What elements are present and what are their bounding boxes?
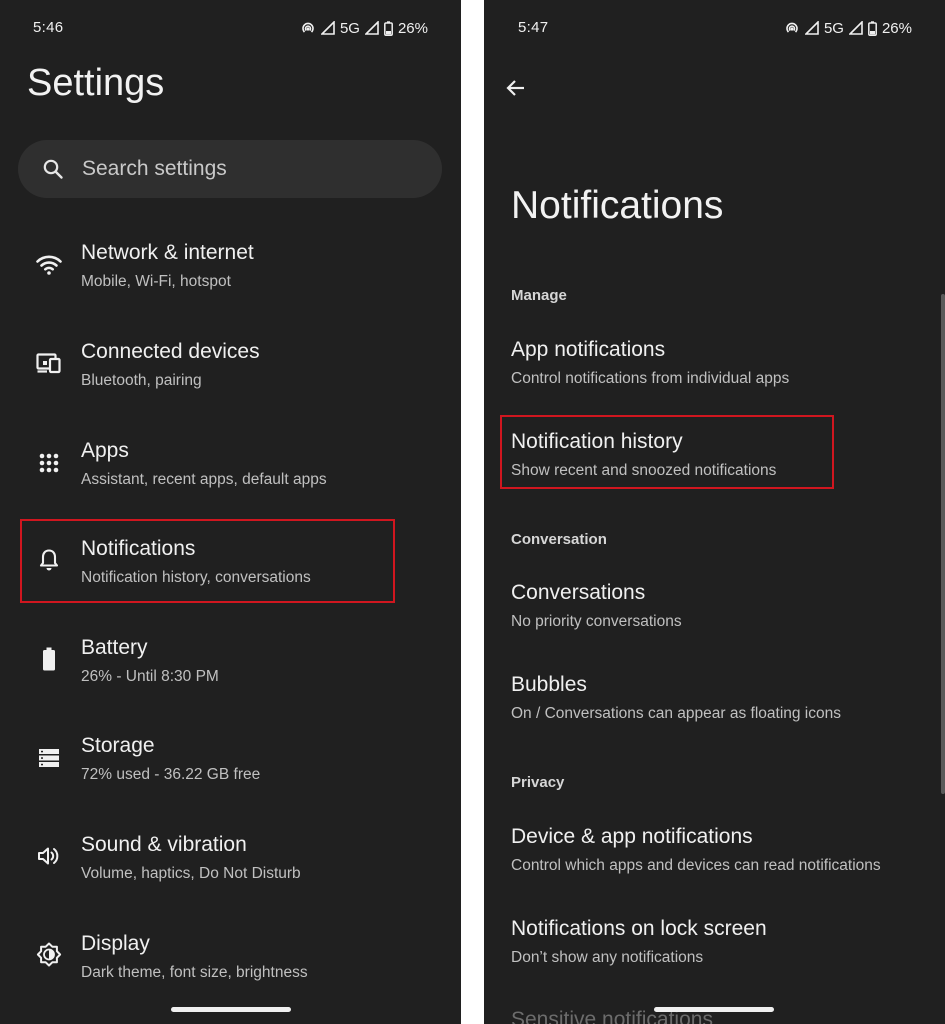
notif-item-lock-screen[interactable]: Notifications on lock screen Don’t show … — [484, 917, 924, 993]
search-placeholder: Search settings — [82, 157, 227, 180]
search-bar[interactable]: Search settings — [18, 140, 442, 198]
item-subtitle: 72% used - 36.22 GB free — [81, 766, 261, 783]
item-subtitle: Don’t show any notifications — [511, 949, 704, 966]
item-subtitle: Bluetooth, pairing — [81, 372, 202, 389]
item-title: Notifications — [81, 537, 196, 560]
battery-percent: 26% — [881, 19, 912, 37]
item-title: Network & internet — [81, 241, 254, 264]
back-button[interactable] — [504, 76, 528, 100]
status-time: 5:46 — [33, 19, 64, 36]
settings-screen: 5:46 5G 26% Settings Search settings Net… — [0, 0, 461, 1024]
settings-item-storage[interactable]: Storage 72% used - 36.22 GB free — [0, 731, 461, 815]
hotspot-icon — [786, 22, 798, 33]
notifications-screen: 5:47 5G 26% Notifications Manage App not… — [484, 0, 945, 1024]
settings-item-notifications[interactable]: Notifications Notification history, conv… — [0, 534, 461, 618]
settings-item-network[interactable]: Network & internet Mobile, Wi-Fi, hotspo… — [0, 238, 461, 322]
notif-item-conversations[interactable]: Conversations No priority conversations — [484, 581, 924, 657]
signal-icon — [320, 21, 335, 35]
item-title: Conversations — [511, 581, 646, 604]
battery-percent: 26% — [397, 19, 428, 37]
section-header-manage: Manage — [511, 287, 567, 304]
item-title: Bubbles — [511, 673, 587, 696]
settings-item-sound[interactable]: Sound & vibration Volume, haptics, Do No… — [0, 830, 461, 914]
hotspot-icon — [302, 22, 314, 33]
item-subtitle: Dark theme, font size, brightness — [81, 964, 308, 981]
item-title: Battery — [81, 636, 148, 659]
wifi-icon — [36, 252, 62, 278]
item-title: Apps — [81, 439, 129, 462]
network-type: 5G — [339, 19, 360, 37]
item-title: Notification history — [511, 430, 683, 453]
section-header-privacy: Privacy — [511, 774, 565, 791]
item-title: Sound & vibration — [81, 833, 247, 856]
notif-item-device-app-notifications[interactable]: Device & app notifications Control which… — [484, 825, 924, 901]
settings-item-battery[interactable]: Battery 26% - Until 8:30 PM — [0, 633, 461, 717]
gesture-nav-bar[interactable] — [171, 1007, 291, 1012]
signal-icon — [364, 21, 379, 35]
signal-icon — [804, 21, 819, 35]
battery-status-icon — [384, 20, 393, 36]
item-title: App notifications — [511, 338, 666, 361]
item-subtitle: Notification history, conversations — [81, 569, 311, 586]
page-title: Settings — [27, 62, 165, 104]
item-subtitle: No priority conversations — [511, 613, 682, 630]
settings-item-display[interactable]: Display Dark theme, font size, brightnes… — [0, 929, 461, 1013]
status-icons: 5G 26% — [784, 18, 912, 38]
gesture-nav-bar[interactable] — [654, 1007, 774, 1012]
item-subtitle: Mobile, Wi-Fi, hotspot — [81, 273, 231, 290]
back-arrow-icon — [506, 80, 524, 96]
notif-item-notification-history[interactable]: Notification history Show recent and sno… — [484, 430, 924, 506]
item-subtitle: Control which apps and devices can read … — [511, 857, 881, 874]
apps-grid-icon — [36, 450, 62, 476]
item-subtitle: Volume, haptics, Do Not Disturb — [81, 865, 301, 882]
brightness-icon — [36, 942, 62, 968]
scrollbar[interactable] — [941, 294, 945, 794]
item-subtitle: 26% - Until 8:30 PM — [81, 668, 219, 685]
bell-icon — [36, 547, 62, 573]
devices-icon — [36, 350, 62, 376]
item-subtitle: On / Conversations can appear as floatin… — [511, 705, 841, 722]
status-icons: 5G 26% — [300, 18, 428, 38]
network-type: 5G — [823, 19, 844, 37]
battery-icon — [36, 646, 62, 672]
item-title: Notifications on lock screen — [511, 917, 767, 940]
section-header-conversation: Conversation — [511, 531, 607, 548]
item-subtitle: Control notifications from individual ap… — [511, 370, 790, 387]
settings-item-apps[interactable]: Apps Assistant, recent apps, default app… — [0, 436, 461, 520]
page-title: Notifications — [511, 184, 724, 227]
speaker-icon — [36, 843, 62, 869]
item-title: Device & app notifications — [511, 825, 753, 848]
item-title: Connected devices — [81, 340, 260, 363]
battery-status-icon — [868, 20, 877, 36]
settings-item-connected-devices[interactable]: Connected devices Bluetooth, pairing — [0, 337, 461, 421]
notif-item-app-notifications[interactable]: App notifications Control notifications … — [484, 338, 924, 414]
item-title: Display — [81, 932, 150, 955]
signal-icon — [848, 21, 863, 35]
notif-item-bubbles[interactable]: Bubbles On / Conversations can appear as… — [484, 673, 924, 749]
item-subtitle: Show recent and snoozed notifications — [511, 462, 777, 479]
item-subtitle: Assistant, recent apps, default apps — [81, 471, 327, 488]
status-time: 5:47 — [518, 19, 549, 36]
item-title: Storage — [81, 734, 155, 757]
search-icon — [43, 159, 63, 179]
storage-icon — [36, 745, 62, 771]
